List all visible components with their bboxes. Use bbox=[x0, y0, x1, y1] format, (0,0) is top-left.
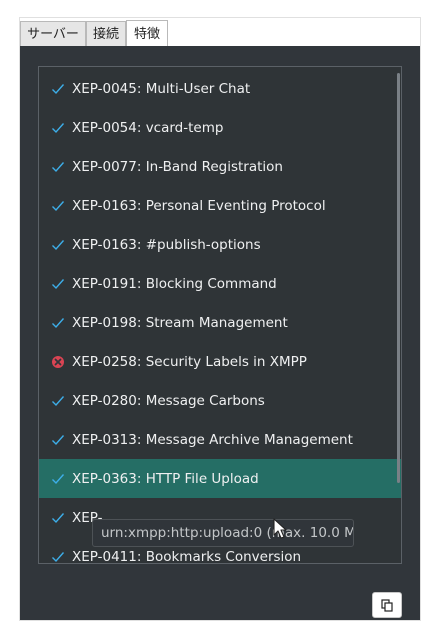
checkmark-icon bbox=[51, 199, 65, 213]
checkmark-icon bbox=[51, 277, 65, 291]
feature-label: XEP-0280: Message Carbons bbox=[72, 392, 265, 409]
feature-label: XEP-0163: #publish-options bbox=[72, 236, 261, 253]
mouse-cursor-icon bbox=[273, 518, 287, 539]
feature-label: XEP-0054: vcard-temp bbox=[72, 119, 224, 136]
scrollbar[interactable] bbox=[397, 67, 401, 563]
feature-row[interactable]: XEP-0054: vcard-temp bbox=[39, 108, 401, 147]
feature-row[interactable]: XEP-0077: In-Band Registration bbox=[39, 147, 401, 186]
checkmark-icon bbox=[51, 121, 65, 135]
checkmark-icon bbox=[51, 433, 65, 447]
feature-row[interactable]: XEP-0258: Security Labels in XMPP bbox=[39, 342, 401, 381]
feature-row[interactable]: XEP-0198: Stream Management bbox=[39, 303, 401, 342]
scrollbar-thumb[interactable] bbox=[397, 73, 400, 483]
tab-bar: サーバー 接続 特徴 bbox=[20, 18, 420, 47]
feature-label: XEP-0077: In-Band Registration bbox=[72, 158, 283, 175]
feature-row[interactable]: XEP-0045: Multi-User Chat bbox=[39, 69, 401, 108]
checkmark-icon bbox=[51, 394, 65, 408]
feature-label: XEP-0411: Bookmarks Conversion bbox=[72, 548, 302, 564]
feature-tooltip: urn:xmpp:http:upload:0 (max. 10.0 MiB) bbox=[92, 519, 354, 547]
feature-row[interactable]: XEP-0313: Message Archive Management bbox=[39, 420, 401, 459]
checkmark-icon bbox=[51, 550, 65, 564]
feature-row[interactable]: XEP-0163: Personal Eventing Protocol bbox=[39, 186, 401, 225]
copy-icon bbox=[381, 598, 393, 612]
feature-row[interactable]: XEP-0363: HTTP File Upload bbox=[39, 459, 401, 498]
feature-label: XEP-0045: Multi-User Chat bbox=[72, 80, 251, 97]
checkmark-icon bbox=[51, 82, 65, 96]
checkmark-icon bbox=[51, 238, 65, 252]
feature-label: XEP-0198: Stream Management bbox=[72, 314, 288, 331]
tab-connection[interactable]: 接続 bbox=[86, 21, 126, 46]
copy-button[interactable] bbox=[372, 592, 402, 618]
feature-label: XEP-0191: Blocking Command bbox=[72, 275, 277, 292]
server-info-window: サーバー 接続 特徴 XEP-0411: Bookmarks Conversio… bbox=[20, 18, 420, 620]
feature-label: XEP-0163: Personal Eventing Protocol bbox=[72, 197, 326, 214]
feature-label: XEP-0363: HTTP File Upload bbox=[72, 470, 259, 487]
tab-server[interactable]: サーバー bbox=[20, 21, 86, 46]
feature-label: XEP-0313: Message Archive Management bbox=[72, 431, 353, 448]
feature-row[interactable]: XEP-0280: Message Carbons bbox=[39, 381, 401, 420]
feature-row[interactable]: XEP-0163: #publish-options bbox=[39, 225, 401, 264]
checkmark-icon bbox=[51, 472, 65, 486]
tab-features[interactable]: 特徴 bbox=[126, 20, 168, 47]
error-icon bbox=[51, 355, 65, 369]
checkmark-icon bbox=[51, 160, 65, 174]
features-panel: XEP-0411: Bookmarks Conversion XEP- XEP-03… bbox=[20, 46, 420, 620]
feature-label: XEP-0258: Security Labels in XMPP bbox=[72, 353, 307, 370]
feature-list[interactable]: XEP-0411: Bookmarks Conversion XEP- XEP-03… bbox=[38, 66, 402, 564]
checkmark-icon bbox=[51, 511, 65, 525]
checkmark-icon bbox=[51, 316, 65, 330]
feature-row[interactable]: XEP-0191: Blocking Command bbox=[39, 264, 401, 303]
